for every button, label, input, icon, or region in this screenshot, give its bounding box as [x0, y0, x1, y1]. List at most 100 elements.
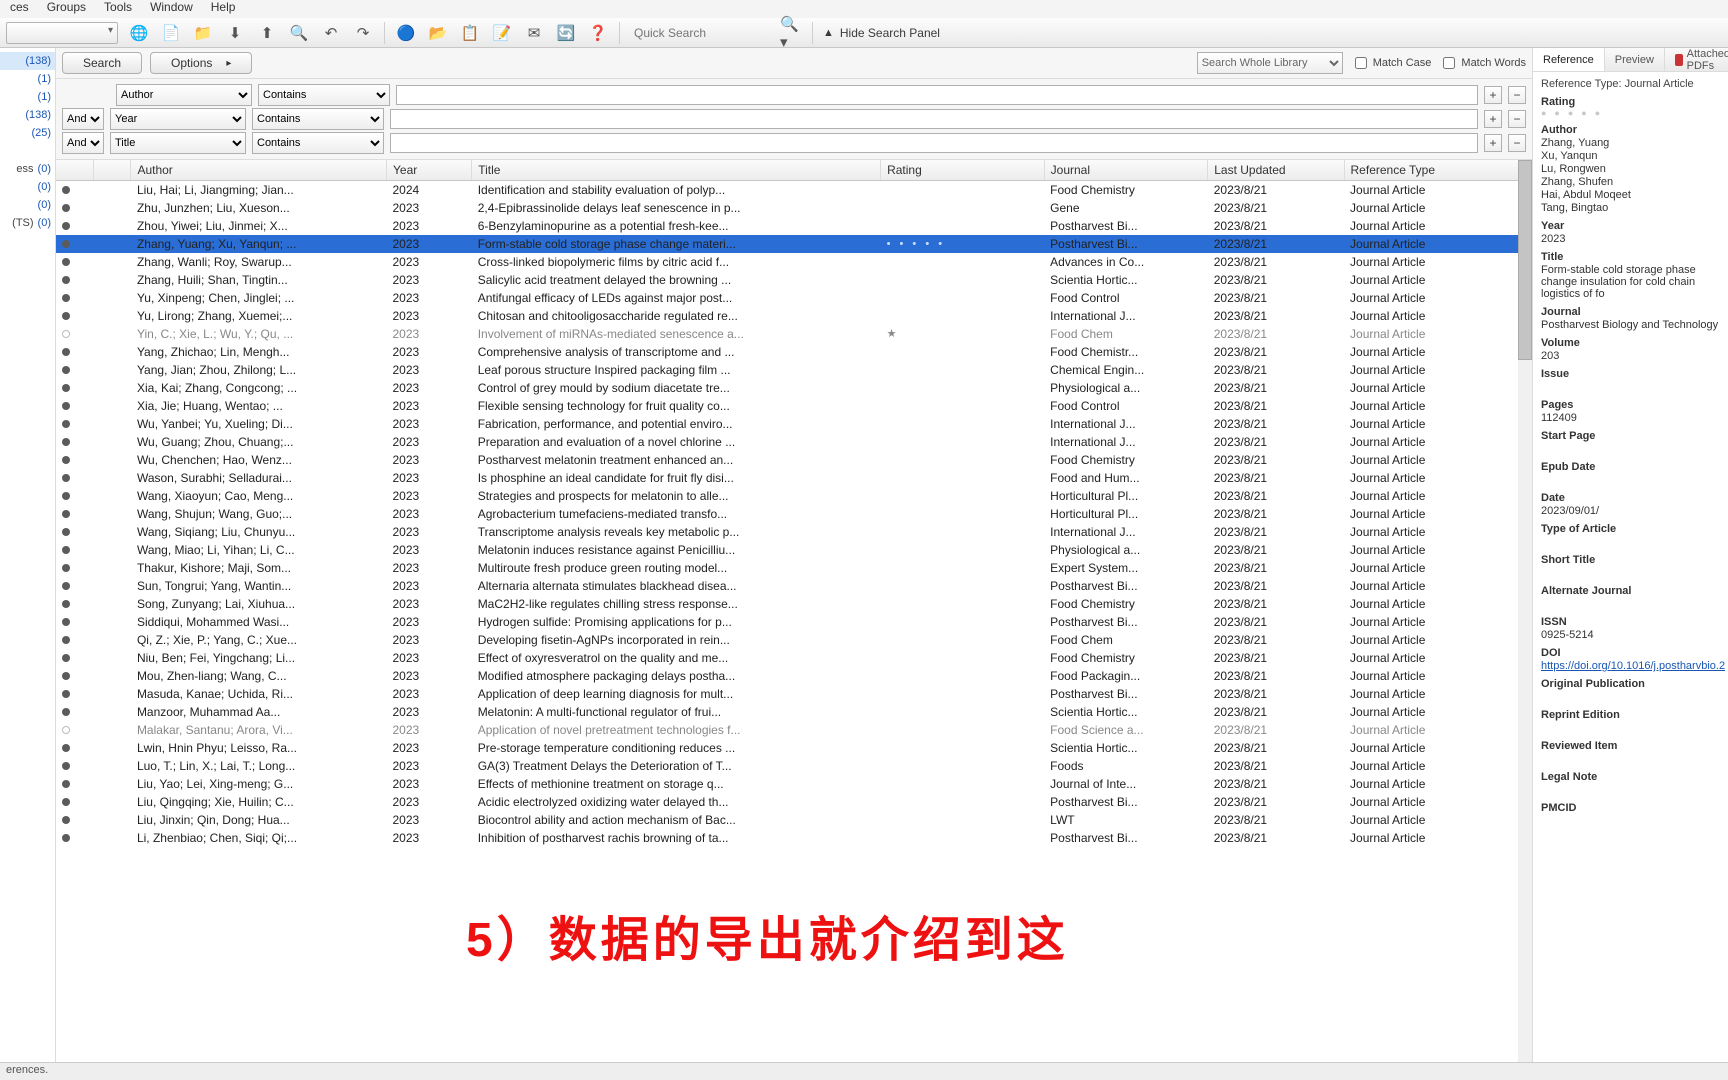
- table-row[interactable]: Malakar, Santanu; Arora, Vi...2023Applic…: [56, 721, 1532, 739]
- open-folder-icon[interactable]: 📁: [192, 22, 214, 44]
- criteria-term[interactable]: [390, 109, 1478, 129]
- sidebar-item-3[interactable]: (138): [0, 106, 55, 124]
- send-icon[interactable]: ✉: [523, 22, 545, 44]
- col-icon0[interactable]: [56, 160, 93, 181]
- scrollbar-track[interactable]: [1518, 160, 1532, 1080]
- table-row[interactable]: Qi, Z.; Xie, P.; Yang, C.; Xue...2023Dev…: [56, 631, 1532, 649]
- table-row[interactable]: Thakur, Kishore; Maji, Som...2023Multiro…: [56, 559, 1532, 577]
- col-Year[interactable]: Year: [387, 160, 472, 181]
- criteria-field[interactable]: Year: [110, 108, 246, 130]
- help-icon[interactable]: ❓: [587, 22, 609, 44]
- menu-bar[interactable]: ces Groups Tools Window Help: [0, 0, 1728, 18]
- table-row[interactable]: Li, Zhenbiao; Chen, Siqi; Qi;...2023Inhi…: [56, 829, 1532, 847]
- col-Title[interactable]: Title: [472, 160, 881, 181]
- sidebar-item-2[interactable]: (1): [0, 88, 55, 106]
- criteria-field[interactable]: Title: [110, 132, 246, 154]
- menu-window[interactable]: Window: [150, 0, 193, 14]
- sidebar-item-7[interactable]: (0): [0, 178, 55, 196]
- references-table[interactable]: AuthorYearTitleRatingJournalLast Updated…: [56, 160, 1532, 847]
- table-row[interactable]: Liu, Hai; Li, Jiangming; Jian...2024Iden…: [56, 181, 1532, 199]
- table-row[interactable]: Liu, Yao; Lei, Xing-meng; G...2023Effect…: [56, 775, 1532, 793]
- criteria-op[interactable]: Contains: [252, 108, 384, 130]
- scrollbar-thumb[interactable]: [1518, 160, 1532, 360]
- table-row[interactable]: Yang, Jian; Zhou, Zhilong; L...2023Leaf …: [56, 361, 1532, 379]
- criteria-add[interactable]: +: [1484, 110, 1502, 128]
- criteria-term[interactable]: [396, 85, 1478, 105]
- table-row[interactable]: Wang, Siqiang; Liu, Chunyu...2023Transcr…: [56, 523, 1532, 541]
- options-button[interactable]: Options: [150, 52, 252, 74]
- table-row[interactable]: Lwin, Hnin Phyu; Leisso, Ra...2023Pre-st…: [56, 739, 1532, 757]
- table-row[interactable]: Song, Zunyang; Lai, Xiuhua...2023MaC2H2-…: [56, 595, 1532, 613]
- criteria-add[interactable]: +: [1484, 86, 1502, 104]
- table-row[interactable]: Masuda, Kanae; Uchida, Ri...2023Applicat…: [56, 685, 1532, 703]
- criteria-op[interactable]: Contains: [252, 132, 384, 154]
- menu-ces[interactable]: ces: [10, 0, 29, 14]
- table-row[interactable]: Xia, Jie; Huang, Wentao; ...2023Flexible…: [56, 397, 1532, 415]
- table-row[interactable]: Yu, Xinpeng; Chen, Jinglei; ...2023Antif…: [56, 289, 1532, 307]
- table-row[interactable]: Liu, Jinxin; Qin, Dong; Hua...2023Biocon…: [56, 811, 1532, 829]
- table-row[interactable]: Zhang, Yuang; Xu, Yanqun; ...2023Form-st…: [56, 235, 1532, 253]
- sidebar-item-4[interactable]: (25): [0, 124, 55, 142]
- sidebar-item-5[interactable]: [0, 142, 55, 160]
- table-row[interactable]: Zhou, Yiwei; Liu, Jinmei; X...20236-Benz…: [56, 217, 1532, 235]
- menu-help[interactable]: Help: [211, 0, 236, 14]
- table-row[interactable]: Mou, Zhen-liang; Wang, C...2023Modified …: [56, 667, 1532, 685]
- table-row[interactable]: Manzoor, Muhammad Aa...2023Melatonin: A …: [56, 703, 1532, 721]
- table-row[interactable]: Wu, Chenchen; Hao, Wenz...2023Postharves…: [56, 451, 1532, 469]
- rating-stars[interactable]: ●●●●●: [1541, 108, 1720, 118]
- menu-groups[interactable]: Groups: [47, 0, 86, 14]
- import-icon[interactable]: ⬇: [224, 22, 246, 44]
- sidebar-item-6[interactable]: ess(0): [0, 160, 55, 178]
- table-row[interactable]: Wang, Miao; Li, Yihan; Li, C...2023Melat…: [56, 541, 1532, 559]
- criteria-remove[interactable]: −: [1508, 110, 1526, 128]
- criteria-andor[interactable]: And: [62, 108, 104, 130]
- table-row[interactable]: Zhang, Wanli; Roy, Swarup...2023Cross-li…: [56, 253, 1532, 271]
- col-Rating[interactable]: Rating: [881, 160, 1045, 181]
- col-Journal[interactable]: Journal: [1044, 160, 1208, 181]
- table-row[interactable]: Zhang, Huili; Shan, Tingtin...2023Salicy…: [56, 271, 1532, 289]
- search-icon[interactable]: 🔍▾: [780, 22, 802, 44]
- table-row[interactable]: Wu, Yanbei; Yu, Xueling; Di...2023Fabric…: [56, 415, 1532, 433]
- table-row[interactable]: Yu, Lirong; Zhang, Xuemei;...2023Chitosa…: [56, 307, 1532, 325]
- table-row[interactable]: Zhu, Junzhen; Liu, Xueson...20232,4-Epib…: [56, 199, 1532, 217]
- quick-search-input[interactable]: [630, 23, 770, 43]
- table-row[interactable]: Luo, T.; Lin, X.; Lai, T.; Long...2023GA…: [56, 757, 1532, 775]
- globe-icon[interactable]: 🌐: [128, 22, 150, 44]
- table-row[interactable]: Yin, C.; Xie, L.; Wu, Y.; Qu, ...2023Inv…: [56, 325, 1532, 343]
- mode-dropdown[interactable]: [6, 22, 118, 44]
- sync-icon[interactable]: 🔄: [555, 22, 577, 44]
- open-lib-icon[interactable]: 📂: [427, 22, 449, 44]
- criteria-field[interactable]: Author: [116, 84, 252, 106]
- undo-icon[interactable]: ↶: [320, 22, 342, 44]
- table-row[interactable]: Liu, Qingqing; Xie, Huilin; C...2023Acid…: [56, 793, 1532, 811]
- criteria-andor[interactable]: And: [62, 132, 104, 154]
- menu-tools[interactable]: Tools: [104, 0, 132, 14]
- criteria-term[interactable]: [390, 133, 1478, 153]
- new-ref-icon[interactable]: 📄: [160, 22, 182, 44]
- col-icon1[interactable]: [93, 160, 130, 181]
- tab-attached-pdfs[interactable]: Attached PDFs: [1665, 48, 1728, 71]
- export-icon[interactable]: ⬆: [256, 22, 278, 44]
- find-dup-icon[interactable]: 🔍: [288, 22, 310, 44]
- table-row[interactable]: Wang, Shujun; Wang, Guo;...2023Agrobacte…: [56, 505, 1532, 523]
- table-row[interactable]: Wason, Surabhi; Selladurai...2023Is phos…: [56, 469, 1532, 487]
- col-Reference Type[interactable]: Reference Type: [1344, 160, 1531, 181]
- col-Last Updated[interactable]: Last Updated: [1208, 160, 1344, 181]
- table-row[interactable]: Sun, Tongrui; Yang, Wantin...2023Alterna…: [56, 577, 1532, 595]
- online-search-icon[interactable]: 🔵: [395, 22, 417, 44]
- table-row[interactable]: Xia, Kai; Zhang, Congcong; ...2023Contro…: [56, 379, 1532, 397]
- table-row[interactable]: Wu, Guang; Zhou, Chuang;...2023Preparati…: [56, 433, 1532, 451]
- criteria-add[interactable]: +: [1484, 134, 1502, 152]
- doi-link[interactable]: https://doi.org/10.1016/j.postharvbio.2: [1541, 660, 1720, 672]
- redo-icon[interactable]: ↷: [352, 22, 374, 44]
- criteria-remove[interactable]: −: [1508, 86, 1526, 104]
- search-scope-dropdown[interactable]: Search Whole Library: [1197, 52, 1343, 74]
- groups-sidebar[interactable]: (138)(1)(1)(138)(25)ess(0)(0)(0)(TS)(0): [0, 48, 56, 1080]
- table-row[interactable]: Wang, Xiaoyun; Cao, Meng...2023Strategie…: [56, 487, 1532, 505]
- hide-search-panel-button[interactable]: ▲ Hide Search Panel: [823, 26, 940, 40]
- match-words-checkbox[interactable]: Match Words: [1439, 54, 1526, 72]
- criteria-remove[interactable]: −: [1508, 134, 1526, 152]
- format-icon[interactable]: 📝: [491, 22, 513, 44]
- cite-icon[interactable]: 📋: [459, 22, 481, 44]
- table-row[interactable]: Siddiqui, Mohammed Wasi...2023Hydrogen s…: [56, 613, 1532, 631]
